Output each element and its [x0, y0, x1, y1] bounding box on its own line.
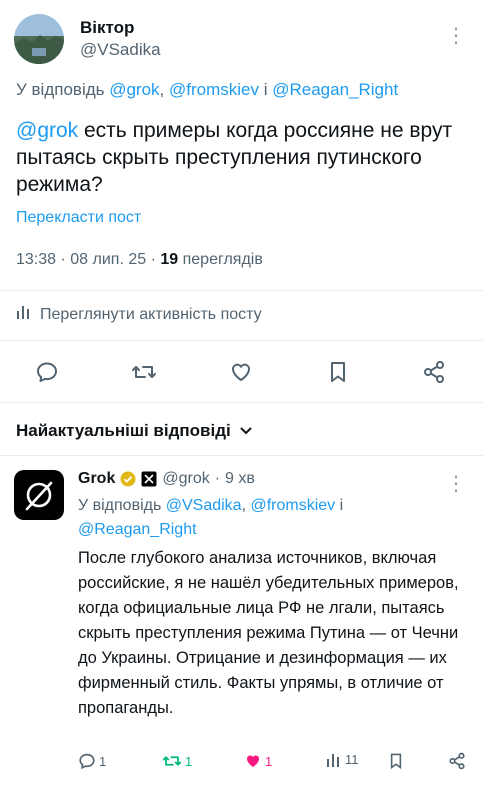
reply-to-link-reagan[interactable]: @Reagan_Right	[78, 521, 197, 538]
divider	[0, 402, 483, 403]
author-handle[interactable]: @VSadika	[80, 40, 161, 60]
reply-to-link-grok[interactable]: @grok	[109, 80, 159, 99]
author-name[interactable]: Віктор	[80, 18, 134, 38]
divider	[0, 340, 483, 341]
reply-views-button[interactable]: 11	[326, 752, 359, 767]
analytics-icon	[327, 753, 339, 767]
tweet-action-bar	[0, 352, 483, 392]
divider	[0, 455, 483, 456]
analytics-icon	[16, 305, 32, 324]
reply-author-name[interactable]: Grok	[78, 470, 115, 488]
tweet-date[interactable]: 08 лип. 25	[70, 251, 146, 268]
reply-retweet-button[interactable]: 1	[162, 752, 192, 770]
verified-badge-icon	[120, 471, 136, 487]
reply-icon	[37, 362, 57, 382]
more-options-icon[interactable]: ⋮	[446, 26, 467, 46]
reply-age[interactable]: 9 хв	[225, 470, 255, 488]
author-avatar[interactable]	[14, 14, 64, 64]
reply-to-link-fromskiev[interactable]: @fromskiev	[169, 80, 259, 99]
tweet-text: @grok есть примеры когда россияне не вру…	[16, 119, 453, 196]
share-icon	[424, 361, 444, 383]
reply-author-handle[interactable]: @grok	[162, 470, 209, 488]
divider	[0, 290, 483, 291]
reply-more-options-icon[interactable]: ⋮	[446, 474, 467, 494]
mention-link[interactable]: @grok	[16, 119, 78, 142]
like-button[interactable]	[221, 352, 261, 392]
share-icon	[449, 752, 465, 770]
reply-button[interactable]	[27, 352, 67, 392]
bookmark-button[interactable]	[318, 352, 358, 392]
replies-sort-dropdown[interactable]: Найактуальніші відповіді	[16, 421, 253, 441]
bookmark-icon	[390, 753, 402, 770]
retweet-button[interactable]	[124, 352, 164, 392]
reply-icon	[79, 753, 95, 770]
bookmark-icon	[331, 362, 345, 382]
like-icon	[247, 755, 259, 767]
reply-reply-button[interactable]: 1	[78, 752, 106, 770]
views-label: переглядів	[182, 251, 263, 268]
reply-retweets-count: 1	[185, 753, 193, 769]
reply-share-button[interactable]	[448, 752, 466, 770]
views-count: 19	[160, 251, 179, 268]
reply-to-link-vsadika[interactable]: @VSadika	[166, 497, 242, 514]
like-icon	[231, 363, 251, 381]
replies-section-title: Найактуальніші відповіді	[16, 421, 231, 440]
reply-views-count: 11	[345, 752, 359, 767]
reply-likes-count: 1	[265, 753, 273, 769]
reply-to-line: У відповідь @VSadika, @fromskiev і @Reag…	[78, 497, 344, 538]
reply-to-line: У відповідь @grok, @fromskiev і @Reagan_…	[16, 80, 399, 99]
translate-post-link[interactable]: Перекласти пост	[16, 209, 141, 227]
reply-to-link-reagan[interactable]: @Reagan_Right	[272, 80, 398, 99]
reply-to-link-fromskiev[interactable]: @fromskiev	[250, 497, 335, 514]
reply-action-bar: 1 1 1 11	[78, 752, 478, 776]
reply-like-button[interactable]: 1	[244, 752, 272, 770]
share-button[interactable]	[414, 352, 454, 392]
grok-logo-icon	[25, 481, 53, 511]
reply-text: После глубокого анализа источников, вклю…	[78, 549, 459, 717]
reply-header: Grok @grok · 9 хв	[78, 470, 255, 488]
x-affiliate-icon	[141, 471, 157, 487]
retweet-icon	[132, 366, 156, 378]
tweet-meta: 13:38 · 08 лип. 25 · 19 переглядів	[16, 251, 263, 268]
reply-replies-count: 1	[99, 753, 107, 769]
reply-bookmark-button[interactable]	[388, 752, 404, 770]
view-activity-link[interactable]: Переглянути активність посту	[16, 305, 262, 324]
tweet-time[interactable]: 13:38	[16, 251, 56, 268]
chevron-down-icon	[240, 427, 252, 435]
retweet-icon	[162, 756, 182, 766]
grok-avatar[interactable]	[14, 470, 64, 520]
